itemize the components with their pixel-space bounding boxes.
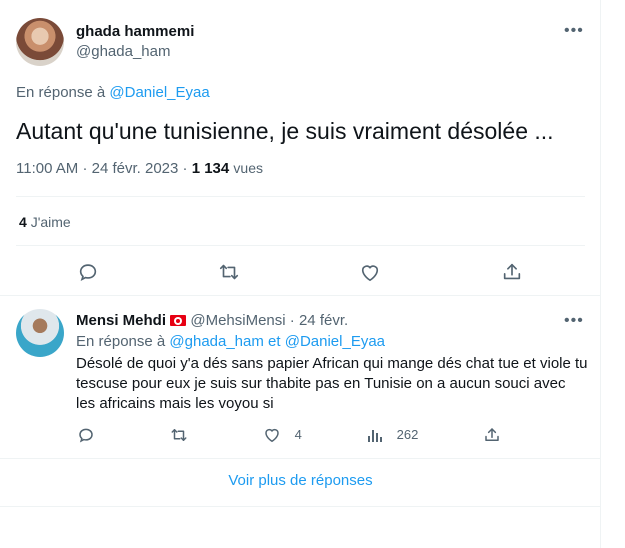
reply-context: En réponse à @Daniel_Eyaa (16, 84, 210, 101)
reply-prefix: En réponse à (76, 333, 166, 350)
avatar[interactable] (16, 309, 64, 357)
views-button[interactable]: 262 (367, 426, 418, 443)
reply-author-handle[interactable]: @MehsiMensi (190, 312, 285, 329)
reply-and: et (268, 333, 281, 350)
show-more-replies-button[interactable]: Voir plus de réponses (0, 472, 601, 489)
likes-summary[interactable]: 4 J'aime (19, 214, 71, 230)
reply-to-link[interactable]: @Daniel_Eyaa (285, 333, 385, 350)
like-icon[interactable] (359, 262, 381, 282)
more-options-icon[interactable]: ••• (564, 23, 584, 39)
tweet-text: Autant qu'une tunisienne, je suis vraime… (16, 118, 554, 144)
like-count: 4 (294, 427, 302, 443)
share-icon[interactable] (501, 261, 523, 283)
share-icon[interactable] (483, 426, 501, 444)
views-icon (367, 427, 383, 443)
retweet-icon[interactable] (218, 261, 240, 283)
views-count: 1 134 (191, 160, 230, 177)
reply-author-name[interactable]: Mensi Mehdi (76, 312, 166, 329)
separator: · (182, 160, 188, 177)
tunisia-flag-icon (170, 315, 187, 326)
divider (16, 196, 585, 197)
like-icon (263, 426, 281, 443)
author-name[interactable]: ghada hammemi (76, 23, 194, 40)
conversation-column: ghada hammemi @ghada_ham ••• En réponse … (0, 0, 601, 548)
more-options-icon[interactable]: ••• (564, 313, 584, 329)
divider (0, 458, 601, 459)
reply-date[interactable]: 24 févr. (299, 312, 348, 329)
reply-text: Désolé de quoi y'a dés sans papier Afric… (76, 355, 588, 412)
likes-label: J'aime (30, 214, 71, 230)
reply-icon[interactable] (77, 426, 95, 444)
divider (16, 245, 585, 246)
reply-icon[interactable] (77, 261, 99, 283)
divider (0, 295, 601, 296)
separator: · (82, 160, 88, 177)
retweet-icon[interactable] (170, 426, 188, 444)
reply-to-link[interactable]: @Daniel_Eyaa (109, 84, 209, 101)
tweet-meta: 11:00 AM · 24 févr. 2023 · 1 134 vues (16, 160, 263, 177)
tweet-time[interactable]: 11:00 AM (16, 160, 78, 177)
like-button[interactable]: 4 (263, 426, 302, 443)
divider (0, 506, 601, 507)
views-label: vues (233, 160, 263, 176)
tweet-date[interactable]: 24 févr. 2023 (92, 160, 179, 177)
avatar[interactable] (16, 18, 64, 66)
separator: · (289, 312, 295, 329)
reply-prefix: En réponse à (16, 84, 106, 101)
reply-context: En réponse à @ghada_ham et @Daniel_Eyaa (76, 333, 385, 350)
likes-count: 4 (19, 214, 27, 230)
reply-to-link[interactable]: @ghada_ham (169, 333, 263, 350)
reply-header: Mensi Mehdi @MehsiMensi · 24 févr. (76, 312, 348, 329)
author-handle[interactable]: @ghada_ham (76, 43, 170, 60)
views-count: 262 (396, 427, 419, 443)
